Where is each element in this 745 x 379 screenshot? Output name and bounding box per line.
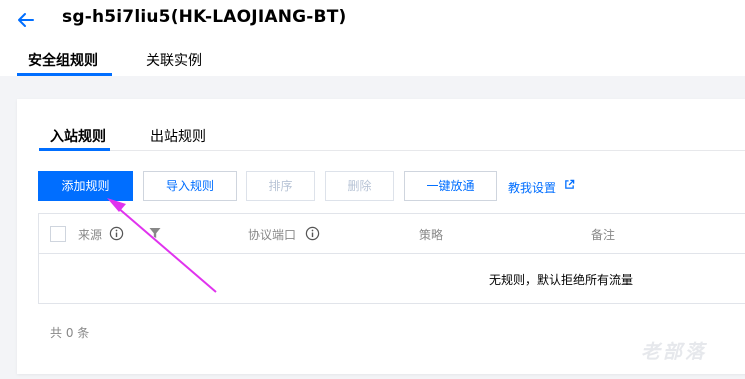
delete-button[interactable]: 删除 (325, 171, 394, 201)
column-policy: 策略 (419, 228, 444, 242)
rules-table: 来源 协议端口 策略 备注 无规则，默认拒绝所有流量 (38, 213, 745, 304)
empty-state-text: 无规则，默认拒绝所有流量 (489, 273, 634, 287)
allow-all-button[interactable]: 一键放通 (404, 171, 497, 201)
filter-icon[interactable] (149, 227, 161, 239)
watermark: 老部落 (641, 341, 708, 363)
tab-inbound-rules[interactable]: 入站规则 (50, 126, 106, 146)
rules-panel: 入站规则 出站规则 添加规则 导入规则 排序 删除 一键放通 教我设置 来源 协… (17, 99, 745, 374)
import-rules-button[interactable]: 导入规则 (143, 171, 237, 201)
tab-security-group-rules[interactable]: 安全组规则 (28, 50, 98, 70)
add-rule-button[interactable]: 添加规则 (38, 171, 133, 201)
column-protocol-port: 协议端口 (248, 228, 297, 242)
active-tab-indicator (17, 73, 112, 76)
sort-button[interactable]: 排序 (246, 171, 315, 201)
column-source: 来源 (78, 228, 103, 242)
page-header: sg-h5i7liu5(HK-LAOJIANG-BT) 安全组规则 关联实例 (0, 0, 745, 76)
total-count: 共 0 条 (50, 326, 90, 340)
active-subtab-indicator (39, 148, 110, 151)
subtabs-divider (39, 150, 745, 151)
info-icon[interactable] (109, 226, 124, 241)
tab-associated-instances[interactable]: 关联实例 (146, 50, 202, 70)
column-remark: 备注 (591, 228, 616, 242)
external-link-icon[interactable] (564, 179, 575, 190)
table-header: 来源 协议端口 策略 备注 (39, 214, 745, 254)
tab-outbound-rules[interactable]: 出站规则 (150, 126, 206, 146)
page-title: sg-h5i7liu5(HK-LAOJIANG-BT) (62, 7, 347, 27)
select-all-checkbox[interactable] (50, 226, 66, 242)
arrow-left-icon[interactable] (14, 8, 38, 32)
info-icon[interactable] (305, 226, 320, 241)
help-setup-link[interactable]: 教我设置 (508, 179, 556, 196)
